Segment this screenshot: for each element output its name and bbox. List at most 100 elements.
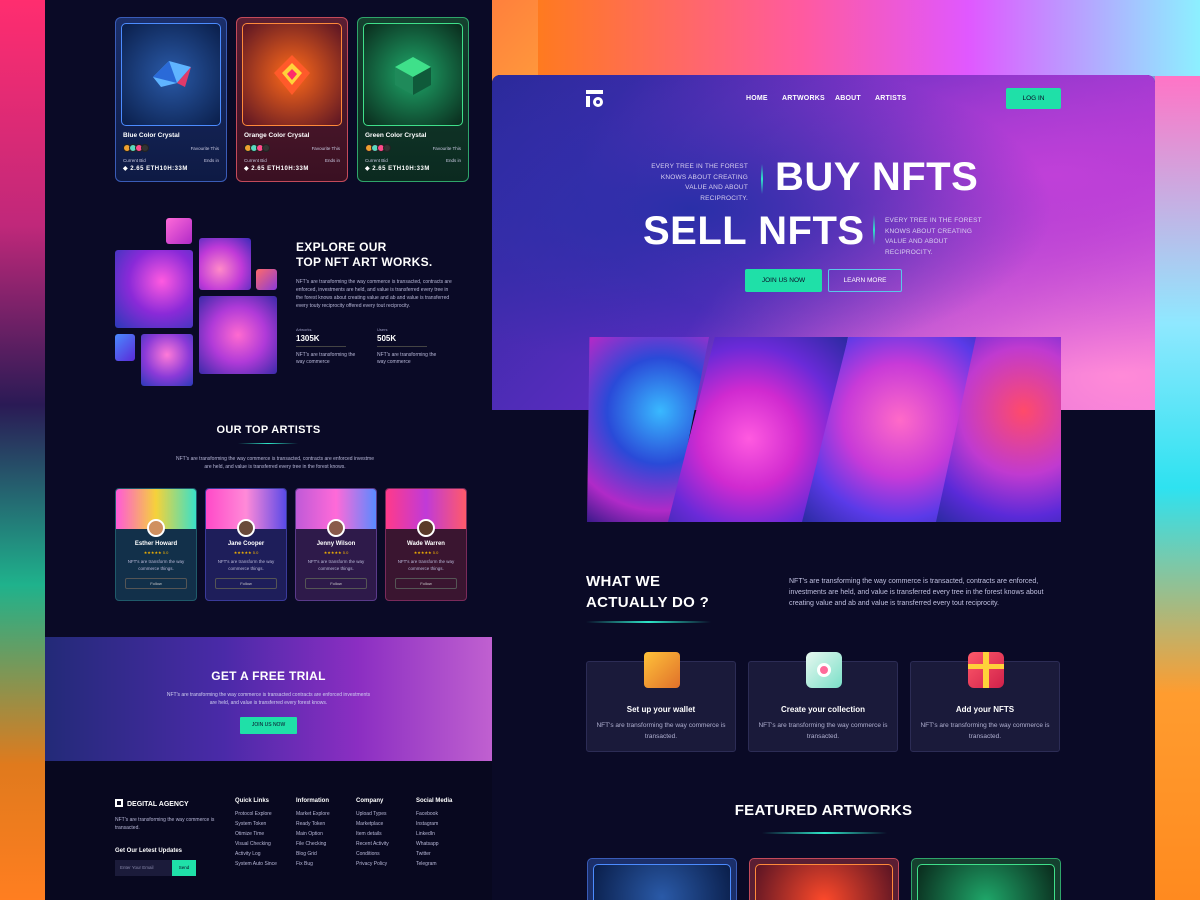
bid-value: 2.65 ETH (251, 166, 281, 172)
mosaic-tile (166, 218, 192, 244)
crystal-icon (274, 54, 310, 95)
footer-link[interactable]: Whatsapp (416, 841, 452, 847)
bid-label: Current Bid (123, 158, 146, 163)
footer-desc: NFT's are transforming the way commerce … (115, 817, 215, 831)
nft-card[interactable]: Orange Color Crystal Favourite This Curr… (236, 17, 348, 182)
join-us-button[interactable]: JOIN US NOW (745, 269, 822, 292)
footer-link[interactable]: Instagram (416, 821, 452, 827)
favourite-link[interactable]: Favourite This (191, 146, 219, 151)
bid-value: 2.65 ETH (130, 166, 160, 172)
login-button[interactable]: LOG IN (1006, 88, 1061, 109)
follow-button[interactable]: Follow (215, 578, 277, 589)
artist-card[interactable]: Esther Howard ★★★★★ 5.0 NFT's are transf… (115, 488, 197, 601)
background-gradient-left (0, 0, 45, 900)
feature-title: Add your NFTS (955, 705, 1015, 714)
footer-link[interactable]: LinkedIn (416, 831, 452, 837)
footer-link[interactable]: System Token (235, 821, 277, 827)
mosaic-tile (115, 250, 193, 328)
featured-card[interactable] (911, 858, 1061, 900)
owner-avatars (244, 144, 270, 152)
footer: DEGITAL AGENCY NFT's are transforming th… (45, 761, 492, 900)
artist-rating: ★★★★★ 5.0 (323, 550, 349, 555)
footer-link[interactable]: Conditions (356, 851, 389, 857)
footer-brand: DEGITAL AGENCY (115, 799, 189, 808)
footer-link[interactable]: Telegram (416, 861, 452, 867)
nft-artwork (242, 23, 342, 126)
ends-value: 10H:33M (401, 165, 430, 172)
artist-name: Wade Warren (407, 541, 445, 547)
heading-underline (762, 832, 887, 834)
nft-card[interactable]: Blue Color Crystal Favourite This Curren… (115, 17, 227, 182)
stat-users: Users 505K NFT's are transforming the wa… (377, 327, 437, 365)
footer-link[interactable]: System Auto Since (235, 861, 277, 867)
updates-heading: Get Our Letest Updates (115, 848, 183, 854)
footer-column: Quick Links Protocol Explore System Toke… (235, 798, 277, 867)
nav-artists[interactable]: ARTISTS (875, 95, 906, 102)
trial-paragraph: NFT's are transforming the way commerce … (166, 692, 371, 706)
footer-link[interactable]: Fix Bug (296, 861, 330, 867)
ends-label: Ends in (203, 158, 219, 163)
artist-card[interactable]: Jenny Wilson ★★★★★ 5.0 NFT's are transfo… (295, 488, 377, 601)
background-gradient-top (538, 0, 1200, 76)
what-we-do-paragraph: NFT's are transforming the way commerce … (789, 578, 1044, 607)
nft-name: Green Color Crystal (365, 132, 427, 139)
footer-link[interactable]: Upload Types (356, 811, 389, 817)
footer-link[interactable]: Ready Token (296, 821, 330, 827)
join-button[interactable]: JOIN US NOW (240, 717, 297, 734)
accent-divider (873, 215, 875, 245)
nav-artworks[interactable]: ARTWORKS (782, 95, 825, 102)
footer-column: Information Market Explore Ready Token M… (296, 798, 330, 867)
footer-link[interactable]: Facebook (416, 811, 452, 817)
nav-home[interactable]: HOME (746, 95, 768, 102)
artist-card[interactable]: Wade Warren ★★★★★ 5.0 NFT's are transfor… (385, 488, 467, 601)
feature-card[interactable]: Set up your wallet NFT's are transformin… (586, 652, 736, 752)
footer-link[interactable]: Marketplace (356, 821, 389, 827)
footer-link[interactable]: Visual Checking (235, 841, 277, 847)
follow-button[interactable]: Follow (305, 578, 367, 589)
footer-link[interactable]: File Checking (296, 841, 330, 847)
bid-label: Current Bid (365, 158, 388, 163)
bid-label: Current Bid (244, 158, 267, 163)
logo-icon (115, 799, 123, 807)
footer-link[interactable]: Recent Activity (356, 841, 389, 847)
learn-more-button[interactable]: LEARN MORE (828, 269, 902, 292)
follow-button[interactable]: Follow (395, 578, 457, 589)
artist-card[interactable]: Jane Cooper ★★★★★ 5.0 NFT's are transfor… (205, 488, 287, 601)
hero-buy-title: BUY NFTS (775, 155, 979, 199)
featured-card[interactable] (749, 858, 899, 900)
footer-link[interactable]: Main Option (296, 831, 330, 837)
nft-artwork (593, 864, 731, 900)
artist-rating: ★★★★★ 5.0 (143, 550, 169, 555)
email-field[interactable]: Enter Your Email (115, 860, 172, 876)
footer-link[interactable]: Privacy Policy (356, 861, 389, 867)
favourite-link[interactable]: Favourite This (312, 146, 340, 151)
footer-link[interactable]: Market Explore (296, 811, 330, 817)
nav-about[interactable]: ABOUT (835, 95, 861, 102)
brand-logo-icon[interactable] (586, 90, 603, 107)
feature-card[interactable]: Add your NFTS NFT's are transforming the… (910, 652, 1060, 752)
mosaic-tile (199, 238, 251, 290)
footer-link[interactable]: Activity Log (235, 851, 277, 857)
nft-card[interactable]: Green Color Crystal Favourite This Curre… (357, 17, 469, 182)
artist-desc: NFT's are transform the way commerce thi… (307, 559, 365, 571)
right-page-mockup: HOME ARTWORKS ABOUT ARTISTS LOG IN EVERY… (492, 75, 1155, 900)
trial-heading: GET A FREE TRIAL (211, 669, 326, 683)
footer-link[interactable]: Otimize Time (235, 831, 277, 837)
featured-card[interactable] (587, 858, 737, 900)
follow-button[interactable]: Follow (125, 578, 187, 589)
footer-link[interactable]: Item details (356, 831, 389, 837)
footer-link[interactable]: Blog Grid (296, 851, 330, 857)
feature-card[interactable]: Create your collection NFT's are transfo… (748, 652, 898, 752)
nft-artwork (363, 23, 463, 126)
avatar (327, 519, 345, 537)
feature-desc: NFT's are transforming the way commerce … (920, 722, 1050, 740)
ends-value: 10H:33M (159, 165, 188, 172)
footer-link[interactable]: Protocol Explore (235, 811, 277, 817)
footer-link[interactable]: Twitter (416, 851, 452, 857)
ends-value: 10H:33M (280, 165, 309, 172)
send-button[interactable]: Send (172, 860, 196, 876)
favourite-link[interactable]: Favourite This (433, 146, 461, 151)
mosaic-tile (141, 334, 193, 386)
feature-title: Create your collection (780, 705, 866, 714)
artist-desc: NFT's are transform the way commerce thi… (217, 559, 275, 571)
